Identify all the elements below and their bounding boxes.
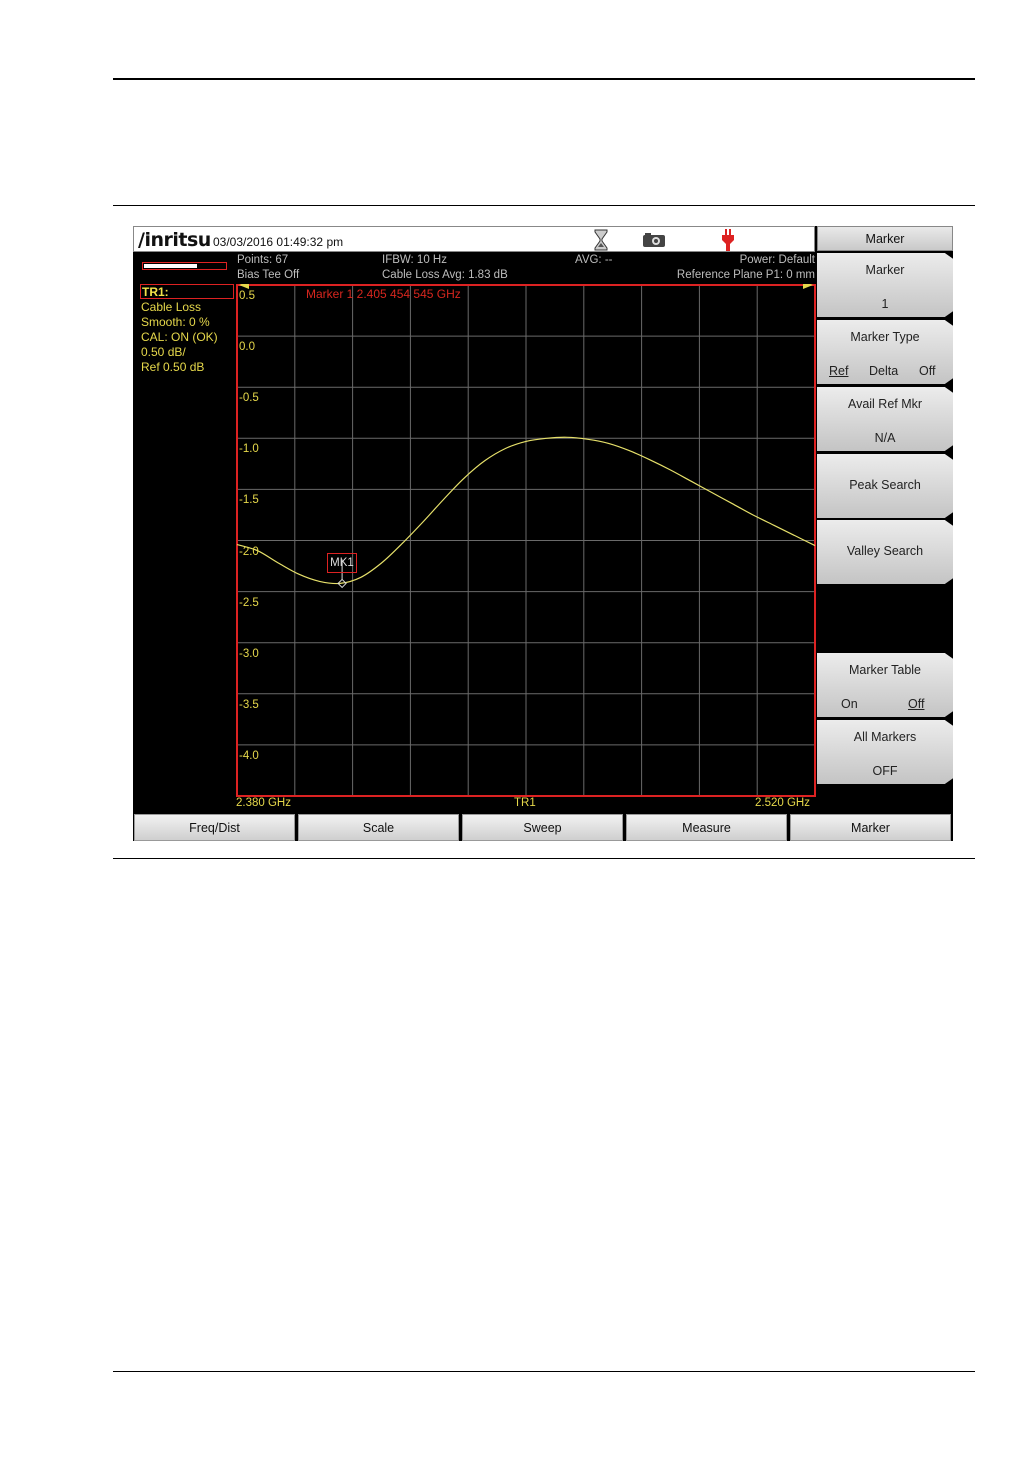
figure-bottom-rule (113, 858, 975, 859)
marker-table-on-option[interactable]: On (841, 697, 858, 711)
marker-table-label: Marker Table (848, 663, 922, 677)
marker-readout: Marker 1 2.405 454 545 GHz (306, 287, 461, 301)
ifbw-status: IFBW: 10 Hz (382, 254, 447, 266)
y-tick-label: 0.5 (239, 290, 255, 302)
all-markers-value: OFF (872, 764, 898, 778)
marker-select-value: 1 (881, 297, 889, 311)
marker-menu-key[interactable]: Marker (790, 814, 951, 841)
y-tick-label: -1.0 (239, 443, 259, 455)
trace-reference: Ref 0.50 dB (141, 360, 205, 374)
sweep-key[interactable]: Sweep (462, 814, 623, 841)
sweep-progress-bar (142, 262, 227, 270)
power-plug-icon (720, 229, 736, 256)
y-tick-label: -4.0 (239, 750, 259, 762)
left-reference-arrow (239, 284, 249, 289)
date-time: 03/03/2016 01:49:32 pm (213, 235, 344, 249)
y-tick-label: -3.0 (239, 648, 259, 660)
y-tick-label: -2.5 (239, 597, 259, 609)
x-start-label: 2.380 GHz (236, 797, 291, 809)
soft-key-menu-title: Marker (817, 226, 953, 251)
power-status: Power: Default (739, 254, 815, 266)
x-end-label: 2.520 GHz (755, 797, 810, 809)
trace-measurement: Cable Loss (141, 300, 202, 314)
instrument-screen: /inritsu 03/03/2016 01:49:32 pm Points: … (133, 226, 953, 841)
trace-smoothing: Smooth: 0 % (141, 315, 210, 329)
points-status: Points: 67 (237, 254, 289, 266)
marker-type-key[interactable]: Marker Type Ref Delta Off (817, 320, 953, 384)
right-reference-arrow (803, 284, 813, 289)
all-markers-label: All Markers (853, 730, 917, 744)
marker-type-label: Marker Type (850, 330, 920, 344)
trace-label: TR1 (514, 797, 536, 809)
camera-icon (642, 232, 666, 253)
y-tick-label: -0.5 (239, 392, 259, 404)
marker-type-ref-option[interactable]: Ref (829, 364, 848, 378)
valley-search-label: Valley Search (846, 544, 924, 558)
trace-scale: 0.50 dB/ (141, 345, 186, 359)
trace-title-box: TR1: (140, 284, 234, 299)
marker-select-key[interactable]: Marker 1 (817, 253, 953, 317)
footer-rule (113, 1371, 975, 1372)
marker-table-off-option[interactable]: Off (908, 697, 924, 711)
cable-loss-avg-status: Cable Loss Avg: 1.83 dB (382, 269, 508, 281)
avg-status: AVG: -- (575, 254, 613, 266)
all-markers-key[interactable]: All Markers OFF (817, 720, 953, 784)
valley-search-key[interactable]: Valley Search (817, 520, 953, 584)
freq-dist-key[interactable]: Freq/Dist (134, 814, 295, 841)
trace-calibration: CAL: ON (OK) (141, 330, 218, 344)
peak-search-label: Peak Search (849, 478, 921, 492)
marker-type-off-option[interactable]: Off (919, 364, 935, 378)
y-tick-label: -1.5 (239, 494, 259, 506)
avail-ref-mkr-key[interactable]: Avail Ref Mkr N/A (817, 387, 953, 451)
y-tick-label: -2.0 (239, 546, 259, 558)
trace-title: TR1: (142, 285, 169, 299)
measure-key[interactable]: Measure (626, 814, 787, 841)
marker-table-key[interactable]: Marker Table On Off (817, 653, 953, 717)
bias-tee-status: Bias Tee Off (237, 269, 300, 281)
brand-logo: /inritsu (138, 229, 211, 251)
sweep-progress-fill (144, 264, 197, 268)
avail-ref-mkr-label: Avail Ref Mkr (847, 397, 923, 411)
figure-top-rule (113, 205, 975, 206)
title-bar: /inritsu 03/03/2016 01:49:32 pm (133, 226, 815, 252)
scale-key[interactable]: Scale (298, 814, 459, 841)
marker-select-label: Marker (865, 263, 905, 277)
marker-type-delta-option[interactable]: Delta (869, 364, 898, 378)
marker-label[interactable]: MK1 (327, 553, 357, 573)
top-rule (113, 78, 975, 80)
hourglass-icon (594, 229, 608, 256)
peak-search-key[interactable]: Peak Search (817, 454, 953, 518)
y-tick-label: -3.5 (239, 699, 259, 711)
reference-plane-status: Reference Plane P1: 0 mm (676, 269, 815, 281)
cable-loss-plot[interactable] (236, 284, 816, 797)
y-tick-label: 0.0 (239, 341, 255, 353)
avail-ref-mkr-value: N/A (874, 431, 896, 445)
